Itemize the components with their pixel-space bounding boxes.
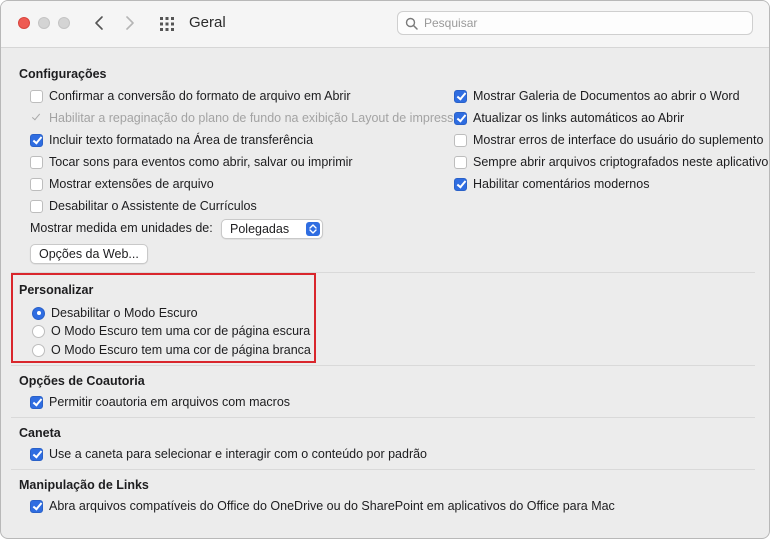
checkbox[interactable] [30,499,43,513]
checkbox[interactable] [30,199,43,213]
checkbox[interactable] [30,89,43,103]
checkbox-label: Mostrar erros de interface do usuário do… [473,133,764,147]
checkbox-label: Permitir coautoria em arquivos com macro… [49,395,291,409]
checkbox-row[interactable]: Mostrar Galeria de Documentos ao abrir o… [454,87,740,105]
checkbox-row[interactable]: Desabilitar o Assistente de Currículos [30,197,257,215]
title-bar: Geral [1,1,769,48]
checkbox-row[interactable]: Abra arquivos compatíveis do Office do O… [30,497,615,515]
units-select[interactable]: Polegadas [221,219,323,239]
checkbox-row[interactable]: Tocar sons para eventos como abrir, salv… [30,153,353,171]
checkbox-row-disabled: Habilitar a repaginação do plano de fund… [30,109,467,127]
radio-row[interactable]: O Modo Escuro tem uma cor de página escu… [32,322,310,340]
radio-label: O Modo Escuro tem uma cor de página escu… [51,324,311,338]
section-title-personalizar: Personalizar [19,283,94,297]
show-all-button[interactable] [159,16,175,32]
checkbox[interactable] [454,133,467,147]
close-window-button[interactable] [18,17,30,29]
checkbox-label: Confirmar a conversão do formato de arqu… [49,89,351,103]
checkbox-row[interactable]: Permitir coautoria em arquivos com macro… [30,393,290,411]
checkbox-label: Sempre abrir arquivos criptografados nes… [473,155,769,169]
radio-label: Desabilitar o Modo Escuro [51,306,198,320]
checkbox-row[interactable]: Use a caneta para selecionar e interagir… [30,445,427,463]
checkbox-label: Desabilitar o Assistente de Currículos [49,199,257,213]
checkbox-label: Mostrar Galeria de Documentos ao abrir o… [473,89,740,103]
select-stepper-icon [306,222,320,236]
minimize-window-button[interactable] [38,17,50,29]
checkbox-label: Tocar sons para eventos como abrir, salv… [49,155,353,169]
checkbox-disabled [30,112,43,125]
checkbox-label: Habilitar comentários modernos [473,177,650,191]
checkbox[interactable] [454,177,467,191]
checkbox-label: Abra arquivos compatíveis do Office do O… [49,499,615,513]
section-title-coautoria: Opções de Coautoria [19,374,145,388]
checkbox[interactable] [454,111,467,125]
checkbox-row[interactable]: Incluir texto formatado na Área de trans… [30,131,313,149]
checkbox-row[interactable]: Sempre abrir arquivos criptografados nes… [454,153,768,171]
preferences-window: Geral Configurações Confirmar a conversã… [0,0,770,539]
window-title: Geral [189,14,226,31]
units-select-value: Polegadas [230,222,290,236]
radio-row[interactable]: O Modo Escuro tem uma cor de página bran… [32,341,311,359]
checkbox[interactable] [454,89,467,103]
checkbox-label: Mostrar extensões de arquivo [49,177,214,191]
section-title-links: Manipulação de Links [19,478,149,492]
search-icon [405,17,418,30]
divider [11,469,755,470]
checkbox-row[interactable]: Mostrar extensões de arquivo [30,175,214,193]
radio-row[interactable]: Desabilitar o Modo Escuro [32,304,198,322]
radio-button[interactable] [32,343,45,357]
checkbox[interactable] [30,133,43,147]
checkbox[interactable] [454,155,467,169]
checkbox-label: Use a caneta para selecionar e interagir… [49,447,428,461]
checkbox-row[interactable]: Atualizar os links automáticos ao Abrir [454,109,684,127]
units-label: Mostrar medida em unidades de: [30,219,213,237]
checkbox-row[interactable]: Habilitar comentários modernos [454,175,649,193]
checkbox[interactable] [30,155,43,169]
checkbox[interactable] [30,177,43,191]
chevron-right-icon [126,16,134,30]
radio-button[interactable] [32,324,45,338]
grid-icon [160,17,174,31]
section-title-caneta: Caneta [19,426,61,440]
forward-button[interactable] [119,11,141,35]
zoom-window-button[interactable] [58,17,70,29]
chevron-left-icon [95,16,103,30]
checkbox-label: Atualizar os links automáticos ao Abrir [473,111,685,125]
checkbox-label: Habilitar a repaginação do plano de fund… [49,111,468,125]
back-button[interactable] [89,11,111,35]
radio-button[interactable] [32,306,45,320]
divider [11,417,755,418]
checkbox-row[interactable]: Confirmar a conversão do formato de arqu… [30,87,351,105]
radio-label: O Modo Escuro tem uma cor de página bran… [51,343,311,357]
divider [11,365,755,366]
checkbox-row[interactable]: Mostrar erros de interface do usuário do… [454,131,763,149]
search-field[interactable] [397,11,753,35]
section-title-configuracoes: Configurações [19,67,107,81]
search-input[interactable] [424,15,744,31]
checkbox[interactable] [30,395,43,409]
checkbox-label: Incluir texto formatado na Área de trans… [49,133,314,147]
checkbox[interactable] [30,447,43,461]
web-options-button[interactable]: Opções da Web... [30,244,148,264]
units-label-text: Mostrar medida em unidades de: [30,221,213,235]
